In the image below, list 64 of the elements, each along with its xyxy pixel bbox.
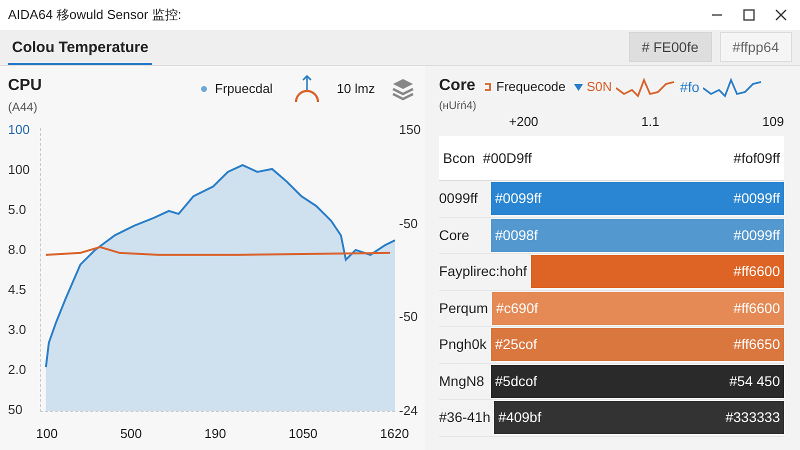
axis-tick-label: +200 <box>509 113 538 131</box>
close-icon[interactable] <box>774 8 788 22</box>
legend-label: S0N <box>586 78 612 96</box>
color-code: #c690f <box>496 298 538 318</box>
reading-text: 10 lmz <box>336 80 375 98</box>
axis-tick-label: 150 <box>399 121 422 139</box>
sparkline-drawing <box>616 76 676 98</box>
window-title: AIDA64 移owuld Sensor 监控: <box>8 6 182 24</box>
axis-tick-label: 190 <box>204 425 226 443</box>
axis-tick-label: 2.0 <box>8 361 28 380</box>
axis-tick-label: 100 <box>8 161 31 180</box>
color-value: #fof09ff <box>734 148 781 168</box>
panel-title: CPU <box>8 76 42 96</box>
axis-tick-label: -50 <box>399 214 419 232</box>
axis-tick-label: -50 <box>399 308 419 326</box>
axis-tick-label: 1050 <box>288 425 318 443</box>
axis-tick-label: 1.1 <box>641 113 660 131</box>
layers-icon <box>391 77 415 101</box>
legend-label: #fo <box>680 78 700 96</box>
color-button[interactable]: # FE00fe <box>628 32 712 62</box>
row-label: #36-41h <box>439 408 492 428</box>
triangle-icon <box>574 84 583 90</box>
row-label: MngN8 <box>439 372 486 391</box>
row-label: Bcon <box>442 148 476 168</box>
color-code: #0098f <box>495 226 538 245</box>
axis-tick-label: 4.5 <box>8 281 28 300</box>
color-value: #54 450 <box>729 372 780 391</box>
panel-subtitle: (ʜUṙń4) <box>439 99 476 114</box>
axis-tick-label: 1620 <box>380 425 409 443</box>
arrow-arc-icon <box>292 74 321 104</box>
color-code: #0099ff <box>495 189 542 208</box>
color-value: #0099ff <box>734 189 780 208</box>
row-label: Core <box>439 226 470 245</box>
axis-tick-label: 8.0 <box>8 241 28 260</box>
axis-tick-label: 5.0 <box>8 201 28 220</box>
row-label: Pngh0k <box>439 335 488 354</box>
row-label: Fayplirec:hohf <box>439 262 528 282</box>
color-code: #00D9ff <box>482 148 533 168</box>
panel-subtitle: (A44) <box>8 99 38 116</box>
legend-label: Frequecode <box>496 78 566 96</box>
color-code: #409bf <box>498 408 542 428</box>
color-value: #ff6650 <box>734 335 780 354</box>
legend-label: Frpuecdal <box>214 80 273 98</box>
color-value: #ff6600 <box>734 298 780 318</box>
color-value: #333333 <box>725 408 780 428</box>
row-label: Perqum <box>439 298 490 318</box>
sparkline-drawing <box>703 76 764 98</box>
axis-tick-label: 100 <box>8 121 31 139</box>
color-code: #5dcof <box>495 372 538 391</box>
axis-tick-label: 100 <box>36 425 58 443</box>
axis-tick-label: 50 <box>8 401 24 420</box>
panel-title: Core <box>439 76 476 96</box>
axis-tick-label: 500 <box>120 425 142 443</box>
maximize-icon[interactable] <box>742 8 756 22</box>
color-code: #25cof <box>495 335 538 354</box>
row-label: 0099ff <box>439 189 479 208</box>
axis-tick-label: -24 <box>399 402 419 420</box>
legend-dot-icon <box>200 86 207 92</box>
axis-tick-label: 3.0 <box>8 321 28 340</box>
color-value: #0099ff <box>734 226 780 245</box>
color-value: #ff6600 <box>734 262 780 282</box>
color-button[interactable]: #ffpp64 <box>720 32 792 62</box>
bracket-icon <box>484 83 492 91</box>
axis-tick-label: 109 <box>762 113 784 131</box>
